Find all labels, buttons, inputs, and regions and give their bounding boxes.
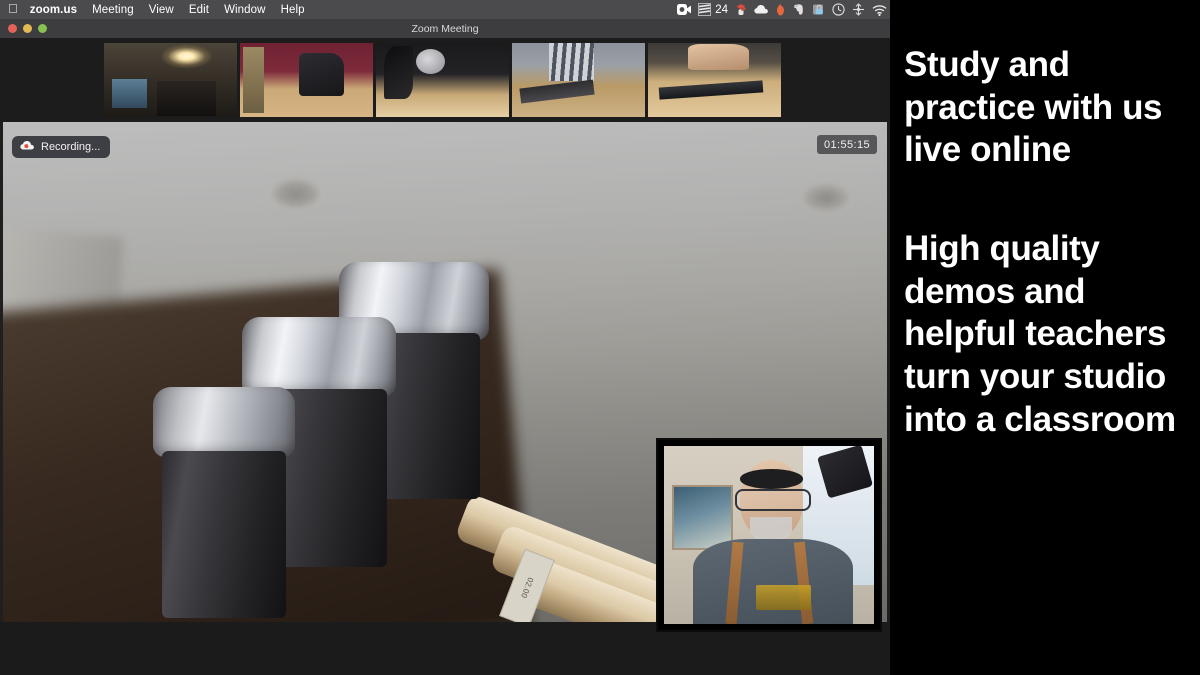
presenter-torso [693, 538, 853, 624]
video-screw-detail [798, 182, 853, 214]
menu-item-edit[interactable]: Edit [189, 4, 209, 16]
participant-filmstrip[interactable] [0, 38, 890, 122]
self-view-content [664, 446, 874, 624]
video-screw-detail [268, 177, 325, 211]
menu-item-help[interactable]: Help [281, 4, 305, 16]
recording-label: Recording... [41, 141, 101, 153]
promo-panel: Study and practice with us live online H… [890, 0, 1200, 675]
maximize-window-button[interactable] [38, 24, 47, 33]
meeting-timer: 01:55:15 [816, 135, 877, 154]
menu-bar-status-area: 24 [677, 0, 890, 19]
participant-thumbnail[interactable] [512, 43, 645, 117]
menu-item-app-name[interactable]: zoom.us [30, 4, 77, 16]
participant-thumbnail[interactable] [648, 43, 781, 117]
cloud-icon[interactable] [754, 0, 769, 19]
optivisor-icon [739, 469, 803, 489]
hammer-head-left [153, 387, 295, 618]
menu-item-meeting[interactable]: Meeting [92, 4, 134, 16]
battery-percent-label: 24 [715, 3, 728, 16]
window-controls [8, 19, 47, 38]
macos-menu-bar:  zoom.us Meeting View Edit Window Help … [0, 0, 890, 19]
flame-icon[interactable] [776, 0, 785, 19]
evernote-icon[interactable] [792, 0, 805, 19]
promo-headline: Study and practice with us live online [904, 45, 1163, 170]
window-title: Zoom Meeting [411, 22, 479, 35]
cloud-record-icon [20, 138, 35, 156]
participant-thumbnail[interactable] [376, 43, 509, 117]
zoom-meeting-window: Zoom Meeting 02.00 Recording... 01:55:15 [0, 19, 890, 675]
apple-logo-icon[interactable]:  [8, 2, 18, 15]
promo-subhead: High quality demos and helpful teachers … [904, 229, 1176, 439]
participant-thumbnail[interactable] [240, 43, 373, 117]
self-view-video[interactable] [656, 438, 882, 632]
menu-item-window[interactable]: Window [224, 4, 266, 16]
apron-logo [756, 584, 811, 610]
wall-artwork [672, 485, 734, 550]
clock-icon[interactable] [832, 0, 845, 19]
merge-icon[interactable] [852, 0, 865, 19]
lock-icon[interactable] [812, 0, 825, 19]
recording-badge[interactable]: Recording... [12, 136, 111, 158]
window-title-bar: Zoom Meeting [0, 19, 890, 38]
participant-thumbnail[interactable] [104, 43, 237, 117]
wifi-icon[interactable] [872, 0, 887, 19]
scanner-icon[interactable] [698, 0, 712, 19]
menu-item-view[interactable]: View [149, 4, 174, 16]
dropbox-icon[interactable] [735, 0, 747, 19]
video-camera-icon[interactable] [677, 0, 692, 19]
screen:  zoom.us Meeting View Edit Window Help … [0, 0, 1200, 675]
eyeglasses-icon [735, 488, 811, 511]
minimize-window-button[interactable] [23, 24, 32, 33]
close-window-button[interactable] [8, 24, 17, 33]
